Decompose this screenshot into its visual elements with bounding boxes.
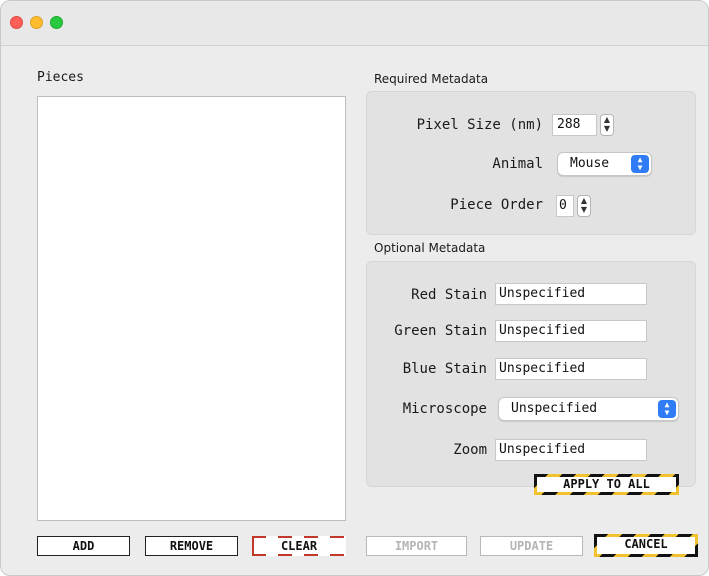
red-stain-label: Red Stain bbox=[411, 287, 487, 303]
microscope-select-value: Unspecified bbox=[511, 401, 598, 416]
app-window: Pieces Required Metadata Pixel Size (nm)… bbox=[0, 0, 709, 576]
import-button[interactable]: IMPORT bbox=[366, 536, 467, 556]
blue-stain-label: Blue Stain bbox=[402, 361, 487, 377]
cancel-button[interactable]: CANCEL bbox=[594, 534, 698, 557]
animal-select[interactable]: Mouse ▲ ▼ bbox=[557, 152, 652, 176]
updown-chevron-icon: ▲ ▼ bbox=[631, 155, 649, 173]
remove-button[interactable]: REMOVE bbox=[145, 536, 238, 556]
pieces-label: Pieces bbox=[37, 70, 84, 85]
add-button[interactable]: ADD bbox=[37, 536, 130, 556]
green-stain-label: Green Stain bbox=[394, 323, 487, 339]
apply-to-all-button[interactable]: APPLY TO ALL bbox=[534, 474, 679, 495]
chevron-down-icon[interactable]: ▼ bbox=[578, 205, 590, 214]
microscope-select[interactable]: Unspecified ▲ ▼ bbox=[498, 397, 679, 421]
pieces-list[interactable] bbox=[37, 96, 346, 521]
zoom-input[interactable]: Unspecified bbox=[495, 439, 647, 461]
animal-select-value: Mouse bbox=[570, 156, 610, 171]
required-metadata-title: Required Metadata bbox=[374, 72, 489, 86]
green-stain-input[interactable]: Unspecified bbox=[495, 320, 647, 342]
pixel-size-label: Pixel Size (nm) bbox=[416, 117, 543, 133]
piece-order-input[interactable]: 0 bbox=[556, 195, 574, 217]
update-button[interactable]: UPDATE bbox=[480, 536, 583, 556]
piece-order-stepper[interactable]: ▲ ▼ bbox=[577, 195, 591, 217]
pixel-size-input[interactable]: 288 bbox=[552, 114, 597, 136]
title-bar bbox=[1, 1, 708, 46]
piece-order-label: Piece Order bbox=[450, 197, 543, 213]
animal-label: Animal bbox=[492, 156, 543, 172]
zoom-window-button[interactable] bbox=[50, 16, 63, 29]
blue-stain-input[interactable]: Unspecified bbox=[495, 358, 647, 380]
minimize-window-button[interactable] bbox=[30, 16, 43, 29]
chevron-up-icon[interactable]: ▲ bbox=[578, 196, 590, 205]
red-stain-input[interactable]: Unspecified bbox=[495, 283, 647, 305]
chevron-up-icon[interactable]: ▲ bbox=[601, 115, 613, 124]
optional-metadata-title: Optional Metadata bbox=[374, 241, 486, 255]
microscope-label: Microscope bbox=[402, 401, 487, 417]
pixel-size-stepper[interactable]: ▲ ▼ bbox=[600, 114, 614, 136]
close-window-button[interactable] bbox=[10, 16, 23, 29]
clear-button[interactable]: CLEAR bbox=[252, 536, 346, 556]
chevron-down-icon[interactable]: ▼ bbox=[601, 124, 613, 133]
zoom-label: Zoom bbox=[453, 442, 487, 458]
updown-chevron-icon: ▲ ▼ bbox=[658, 400, 676, 418]
